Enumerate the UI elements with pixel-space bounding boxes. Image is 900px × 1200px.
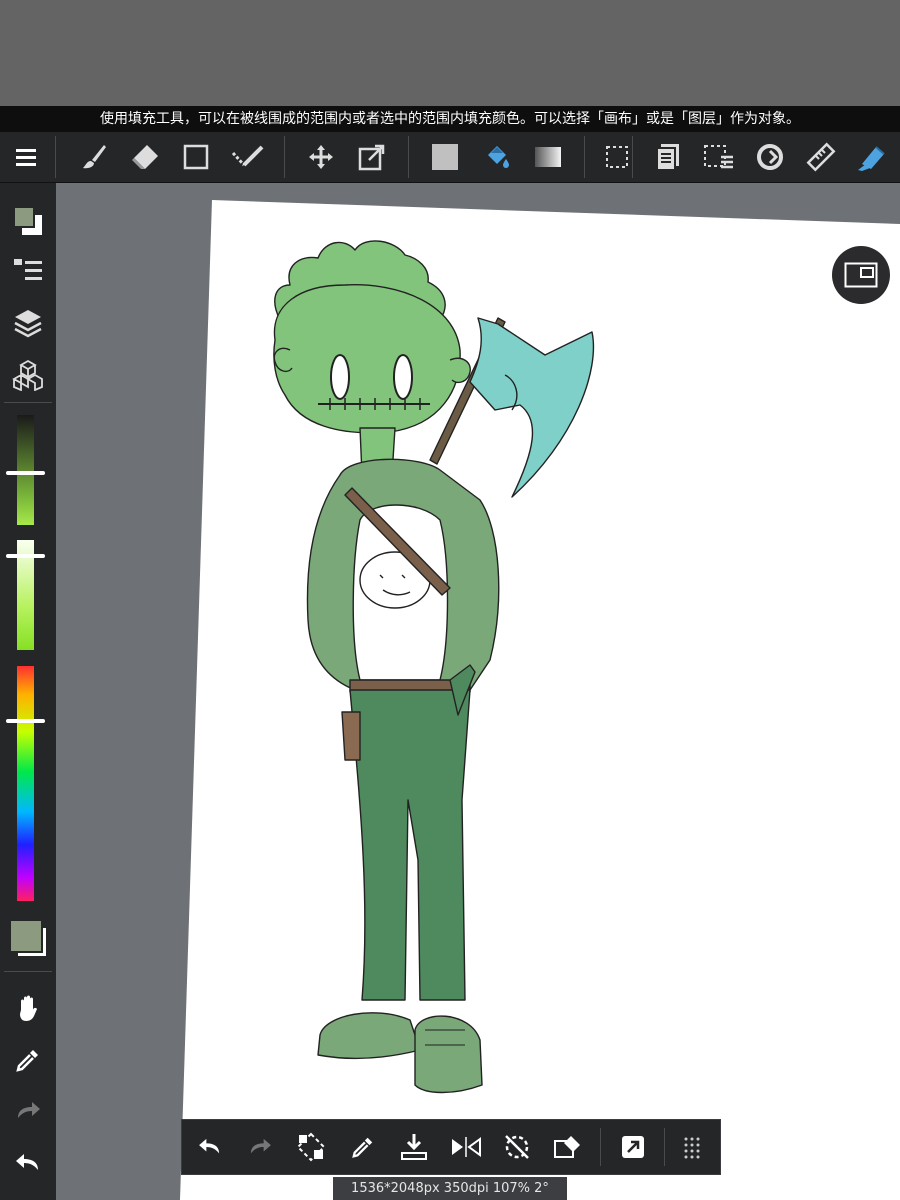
current-color-button[interactable] — [0, 913, 56, 963]
color-swatch-icon — [13, 206, 42, 235]
hand-tool-button[interactable] — [0, 986, 56, 1030]
brightness-slider-handle[interactable] — [6, 471, 45, 475]
layers-button[interactable] — [0, 301, 56, 345]
canvas-status: 1536*2048px 350dpi 107% 2° — [333, 1177, 567, 1200]
hue-slider[interactable] — [6, 666, 45, 901]
bottom-separator — [600, 1128, 601, 1166]
eyedropper-icon — [352, 1137, 373, 1158]
brush-size-slider-handle[interactable] — [6, 554, 45, 558]
redo-button[interactable] — [236, 1122, 284, 1172]
share-button[interactable] — [609, 1122, 657, 1172]
redo-icon — [250, 1138, 271, 1154]
grid-icon — [684, 1137, 700, 1159]
save-icon — [401, 1134, 427, 1160]
transform-button[interactable] — [287, 1122, 335, 1172]
left-sidebar — [0, 183, 56, 1200]
navigator-icon — [844, 262, 878, 288]
hand-icon — [20, 995, 37, 1021]
brush-list-button[interactable] — [0, 249, 56, 293]
redo-button[interactable] — [0, 1089, 56, 1133]
rotate-reset-icon — [505, 1135, 529, 1159]
hue-slider-handle[interactable] — [6, 719, 45, 723]
rotate-reset-button[interactable] — [493, 1122, 541, 1172]
eyedropper-button[interactable] — [0, 1038, 56, 1082]
canvas-paper[interactable] — [0, 0, 900, 1200]
materials-button[interactable] — [0, 353, 56, 397]
save-button[interactable] — [390, 1122, 438, 1172]
brush-size-slider[interactable] — [6, 540, 45, 650]
flip-button[interactable] — [442, 1122, 490, 1172]
undo-button[interactable] — [0, 1141, 56, 1185]
layers-icon — [14, 310, 42, 338]
brightness-slider[interactable] — [6, 415, 45, 525]
undo-icon — [16, 1154, 38, 1170]
eyedropper-icon — [16, 1050, 38, 1072]
grid-button[interactable] — [668, 1122, 716, 1172]
canvas-status-text: 1536*2048px 350dpi 107% 2° — [351, 1181, 549, 1196]
flip-icon — [452, 1137, 481, 1157]
share-icon — [622, 1136, 644, 1158]
current-color-icon — [9, 919, 46, 956]
undo-button[interactable] — [186, 1122, 234, 1172]
sidebar-separator — [4, 971, 52, 972]
redo-icon — [18, 1102, 40, 1118]
sidebar-separator — [4, 402, 52, 403]
eyedropper-button[interactable] — [339, 1122, 387, 1172]
materials-icon — [12, 359, 43, 391]
bottom-toolbar — [181, 1119, 721, 1175]
clear-button[interactable] — [544, 1122, 592, 1172]
brush-list-icon — [14, 259, 42, 280]
bottom-separator — [664, 1128, 665, 1166]
color-swatch-button[interactable] — [0, 199, 56, 243]
undo-icon — [199, 1138, 220, 1154]
clear-icon — [554, 1136, 580, 1158]
navigator-button[interactable] — [832, 246, 890, 304]
transform-icon — [296, 1132, 326, 1162]
